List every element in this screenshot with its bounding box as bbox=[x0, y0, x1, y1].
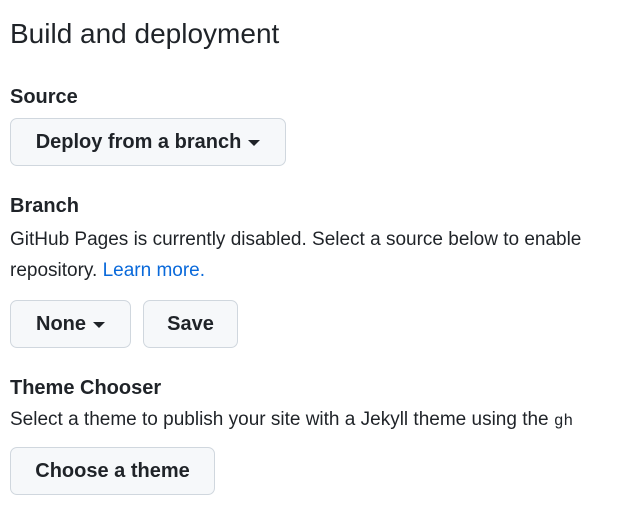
branch-label: Branch bbox=[10, 195, 79, 217]
theme-chooser-label: Theme Chooser bbox=[10, 377, 162, 399]
save-button[interactable]: Save bbox=[143, 300, 238, 348]
triangle-down-icon bbox=[248, 140, 261, 146]
triangle-down-icon bbox=[93, 322, 105, 328]
branch-description-line2: repository. Learn more. bbox=[10, 255, 205, 286]
source-dropdown-button[interactable]: Deploy from a branch bbox=[10, 118, 286, 166]
source-dropdown-label: Deploy from a branch bbox=[35, 130, 242, 153]
branch-description-line1: GitHub Pages is currently disabled. Sele… bbox=[10, 229, 582, 250]
learn-more-link[interactable]: Learn more. bbox=[103, 260, 205, 281]
branch-description-text: repository. bbox=[10, 260, 98, 281]
branch-dropdown-button[interactable]: None bbox=[10, 300, 131, 348]
section-title: Build and deployment bbox=[10, 18, 280, 49]
build-and-deployment-section: Build and deployment Source Deploy from … bbox=[10, 0, 629, 532]
choose-theme-button[interactable]: Choose a theme bbox=[10, 447, 215, 495]
theme-description: Select a theme to publish your site with… bbox=[10, 404, 573, 437]
branch-dropdown-label: None bbox=[36, 312, 86, 335]
source-label: Source bbox=[10, 86, 78, 108]
theme-description-code: gh bbox=[553, 412, 574, 430]
theme-description-text: Select a theme to publish your site with… bbox=[10, 409, 554, 430]
